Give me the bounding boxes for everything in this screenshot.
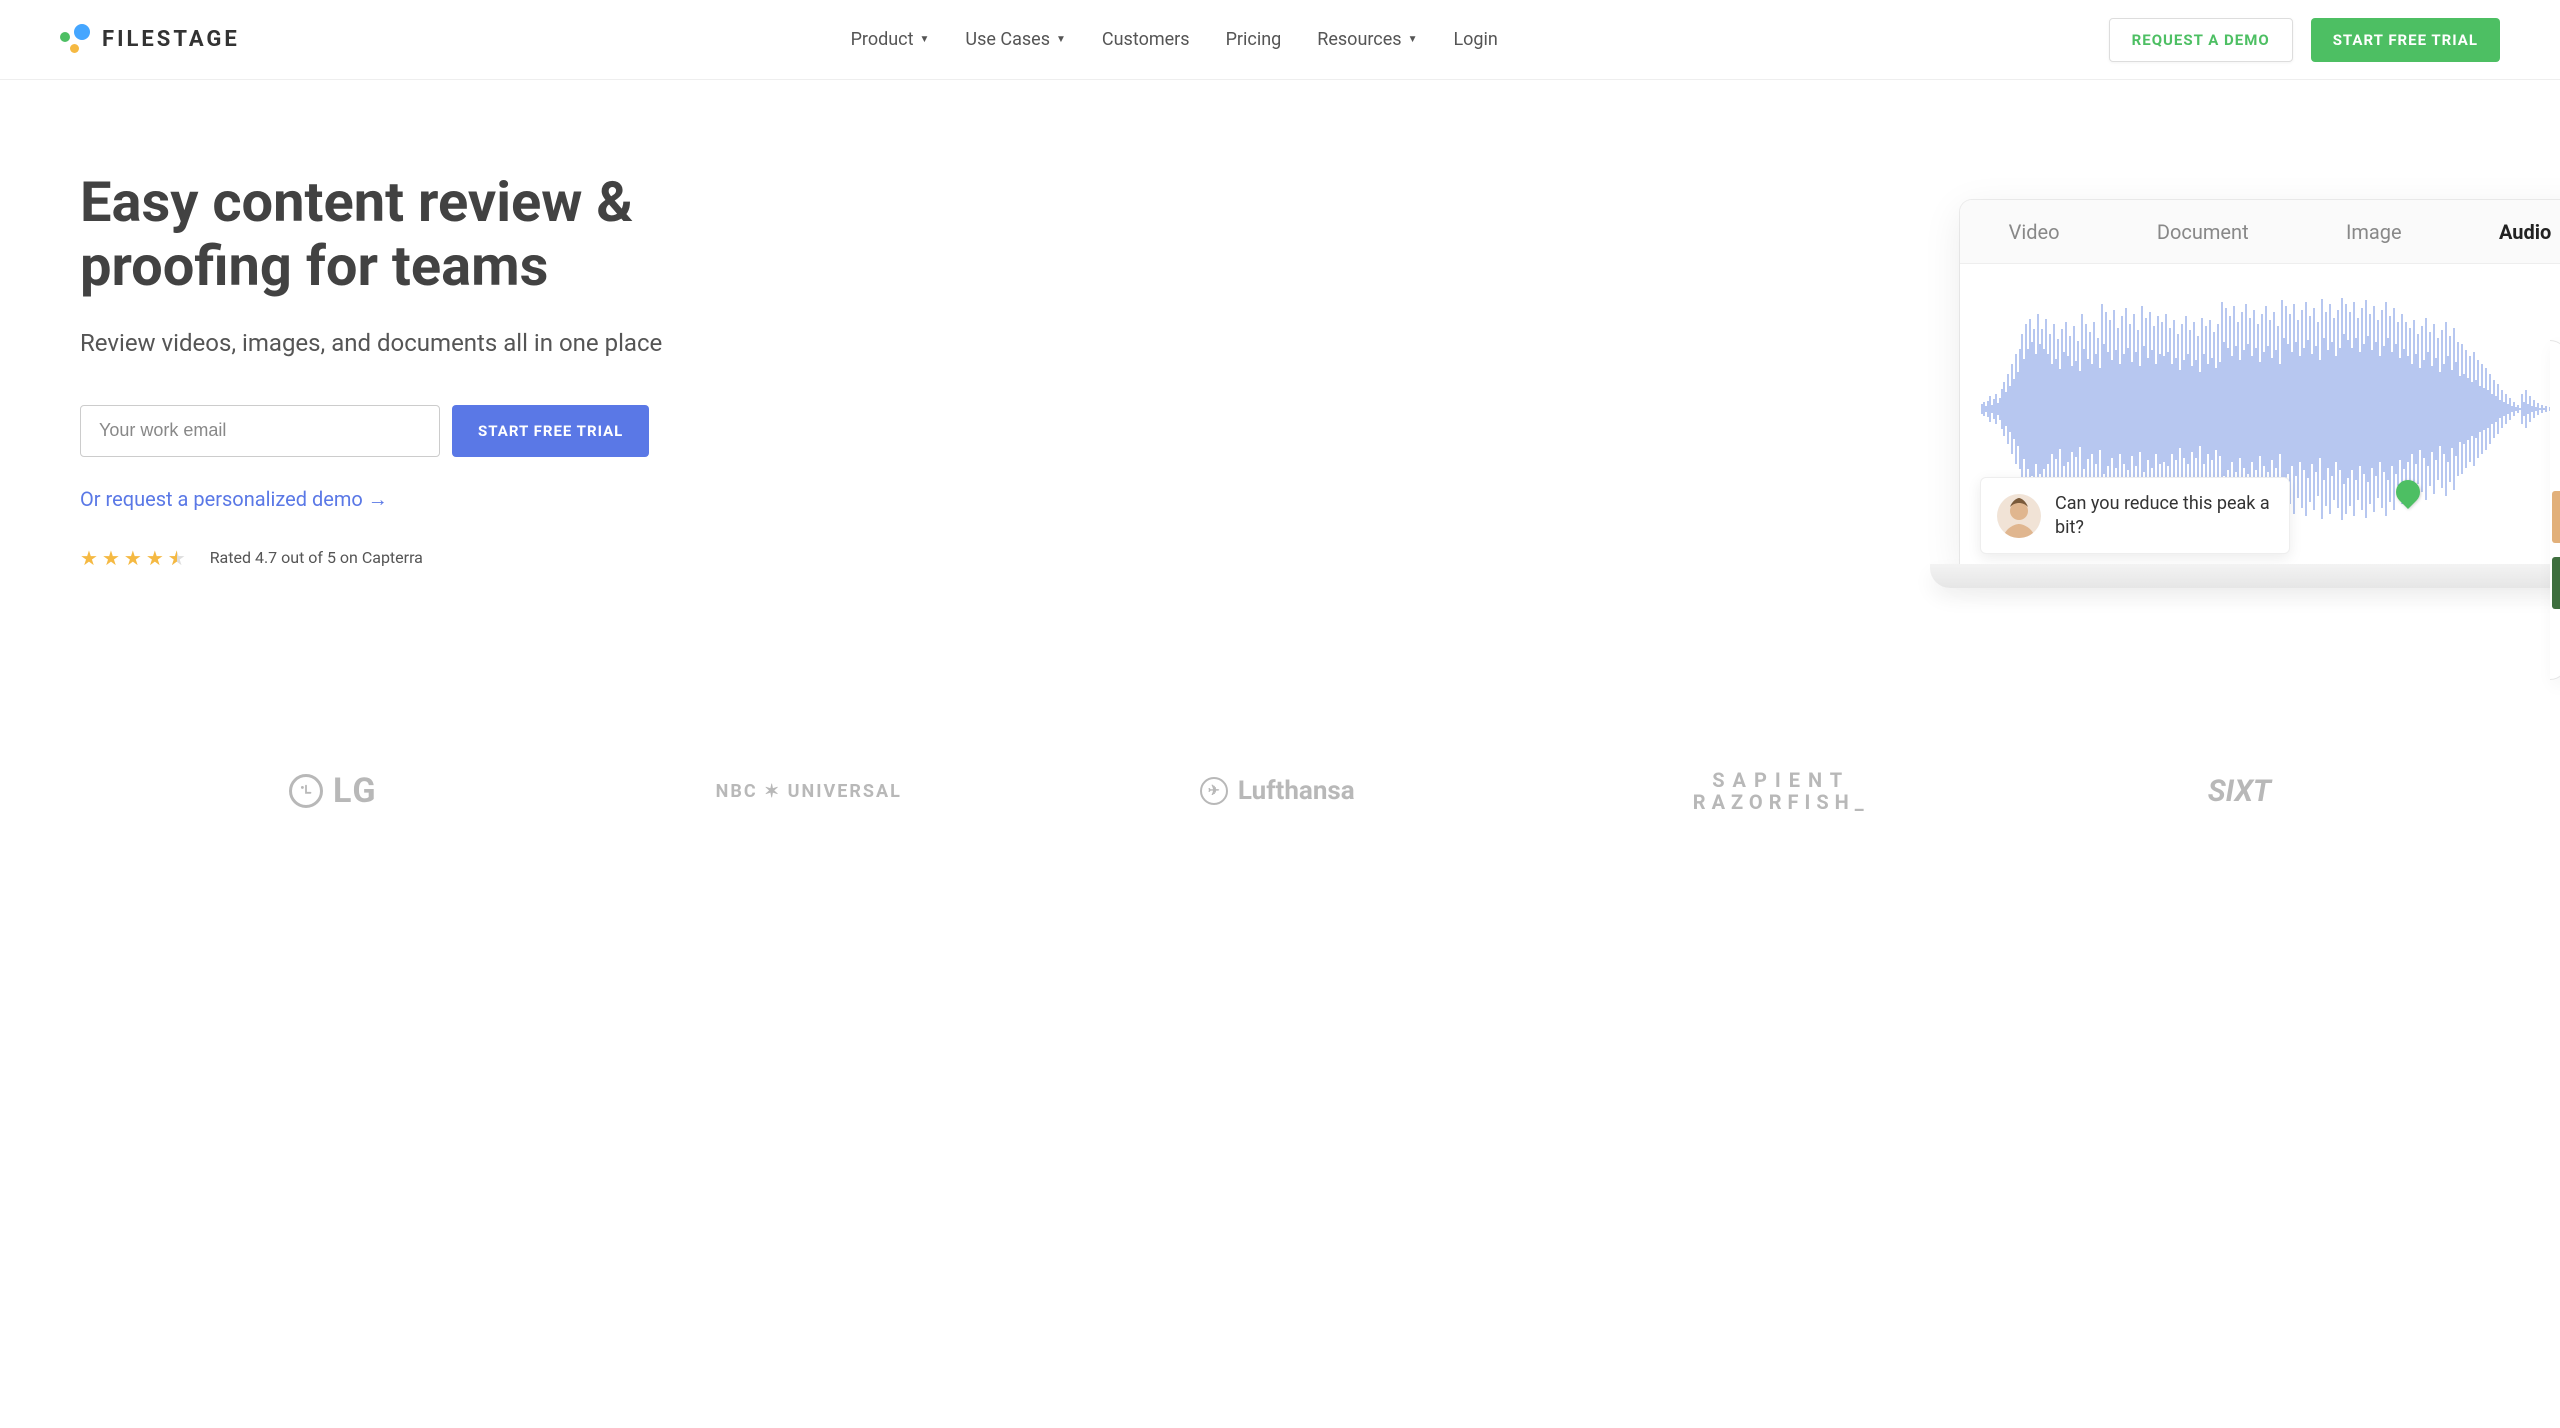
lg-icon bbox=[289, 774, 323, 808]
star-half-icon: ★ bbox=[168, 546, 186, 570]
nav-resources[interactable]: Resources ▼ bbox=[1317, 29, 1417, 50]
nav-customers[interactable]: Customers bbox=[1102, 29, 1190, 50]
client-sixt-label: SIXT bbox=[2208, 774, 2271, 809]
nav-product[interactable]: Product ▼ bbox=[851, 29, 930, 50]
chevron-down-icon: ▼ bbox=[920, 34, 930, 45]
hero-subtitle: Review videos, images, and documents all… bbox=[80, 329, 840, 357]
audio-waveform-area: Can you reduce this peak a bit? bbox=[1960, 264, 2560, 564]
client-lg-label: LG bbox=[333, 771, 378, 811]
preview-screen: Video Document Image Audio bbox=[1960, 200, 2560, 564]
client-sr-line2: RAZORFISH_ bbox=[1693, 791, 1870, 813]
email-input[interactable] bbox=[80, 405, 440, 457]
phone-preview-edge bbox=[2550, 340, 2560, 680]
client-nbc-universal: NBC ✶ UNIVERSAL bbox=[716, 760, 862, 822]
hero-start-trial-button[interactable]: START FREE TRIAL bbox=[452, 405, 649, 457]
client-sixt: SIXT bbox=[2208, 774, 2271, 809]
chevron-down-icon: ▼ bbox=[1056, 34, 1066, 45]
signup-form: START FREE TRIAL bbox=[80, 405, 840, 457]
brand-logo[interactable]: FILESTAGE bbox=[60, 24, 240, 56]
nav-login-label: Login bbox=[1453, 29, 1497, 50]
client-nbc-label: NBC ✶ UNIVERSAL bbox=[716, 781, 902, 802]
nav-resources-label: Resources bbox=[1317, 29, 1401, 50]
nav-login[interactable]: Login bbox=[1453, 29, 1497, 50]
comment-card[interactable]: Can you reduce this peak a bit? bbox=[1980, 477, 2290, 554]
star-icon: ★ bbox=[124, 546, 142, 570]
client-lufthansa: ✈ Lufthansa bbox=[1200, 776, 1355, 806]
nav-pricing-label: Pricing bbox=[1226, 29, 1282, 50]
brand-name: FILESTAGE bbox=[102, 27, 240, 52]
comment-text: Can you reduce this peak a bit? bbox=[2055, 492, 2273, 539]
primary-nav: Product ▼ Use Cases ▼ Customers Pricing … bbox=[851, 29, 1498, 50]
nav-product-label: Product bbox=[851, 29, 914, 50]
nav-customers-label: Customers bbox=[1102, 29, 1190, 50]
nav-cta-group: REQUEST A DEMO START FREE TRIAL bbox=[2109, 18, 2500, 62]
hero-section: Easy content review & proofing for teams… bbox=[0, 80, 2560, 720]
lufthansa-icon: ✈ bbox=[1200, 777, 1228, 805]
star-icon: ★ bbox=[80, 546, 98, 570]
rating-stars: ★ ★ ★ ★ ★ bbox=[80, 546, 186, 570]
product-preview: Video Document Image Audio bbox=[1960, 200, 2560, 588]
start-free-trial-button[interactable]: START FREE TRIAL bbox=[2311, 18, 2500, 62]
star-icon: ★ bbox=[146, 546, 164, 570]
client-lufthansa-label: Lufthansa bbox=[1238, 776, 1355, 806]
nav-use-cases-label: Use Cases bbox=[965, 29, 1050, 50]
request-demo-button[interactable]: REQUEST A DEMO bbox=[2109, 18, 2293, 62]
hero-copy: Easy content review & proofing for teams… bbox=[80, 170, 840, 720]
tab-video[interactable]: Video bbox=[1999, 220, 2070, 244]
tab-image[interactable]: Image bbox=[2336, 220, 2412, 244]
tab-audio[interactable]: Audio bbox=[2489, 220, 2560, 244]
phone-thumb-2 bbox=[2552, 557, 2560, 609]
avatar bbox=[1997, 494, 2041, 538]
rating-text: Rated 4.7 out of 5 on Capterra bbox=[210, 548, 423, 567]
preview-tabs: Video Document Image Audio bbox=[1960, 200, 2560, 264]
client-sr-line1: SAPIENT bbox=[1712, 769, 1850, 791]
client-lg: LG bbox=[289, 771, 378, 811]
client-logos: LG NBC ✶ UNIVERSAL ✈ Lufthansa SAPIENT R… bbox=[0, 720, 2560, 862]
phone-thumb-1 bbox=[2552, 491, 2560, 543]
top-nav: FILESTAGE Product ▼ Use Cases ▼ Customer… bbox=[0, 0, 2560, 80]
tab-document[interactable]: Document bbox=[2147, 220, 2259, 244]
client-sapient-razorfish: SAPIENT RAZORFISH_ bbox=[1693, 769, 1870, 813]
nav-pricing[interactable]: Pricing bbox=[1226, 29, 1282, 50]
brand-mark-icon bbox=[60, 24, 92, 56]
star-icon: ★ bbox=[102, 546, 120, 570]
nav-use-cases[interactable]: Use Cases ▼ bbox=[965, 29, 1066, 50]
chevron-down-icon: ▼ bbox=[1408, 34, 1418, 45]
hero-title: Easy content review & proofing for teams bbox=[80, 170, 840, 299]
rating-row: ★ ★ ★ ★ ★ Rated 4.7 out of 5 on Capterra bbox=[80, 546, 840, 570]
laptop-base bbox=[1930, 564, 2560, 588]
request-demo-link[interactable]: Or request a personalized demo → bbox=[80, 487, 388, 512]
